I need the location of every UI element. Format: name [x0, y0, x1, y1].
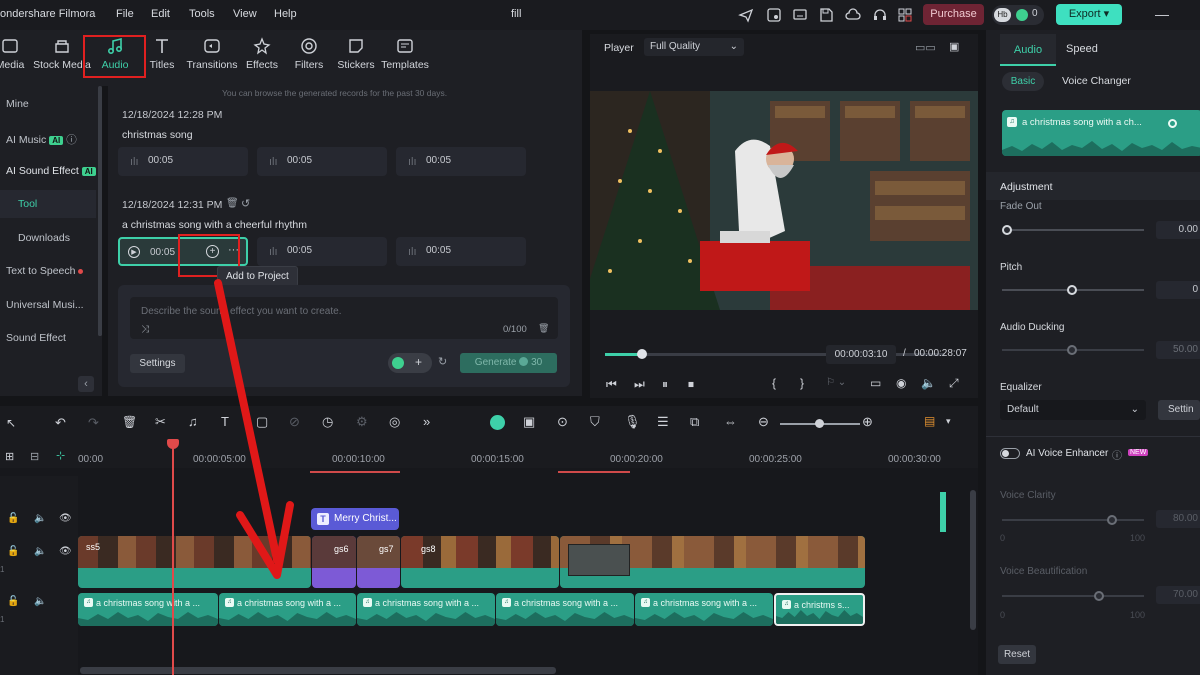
annotation-arrow	[214, 279, 294, 579]
